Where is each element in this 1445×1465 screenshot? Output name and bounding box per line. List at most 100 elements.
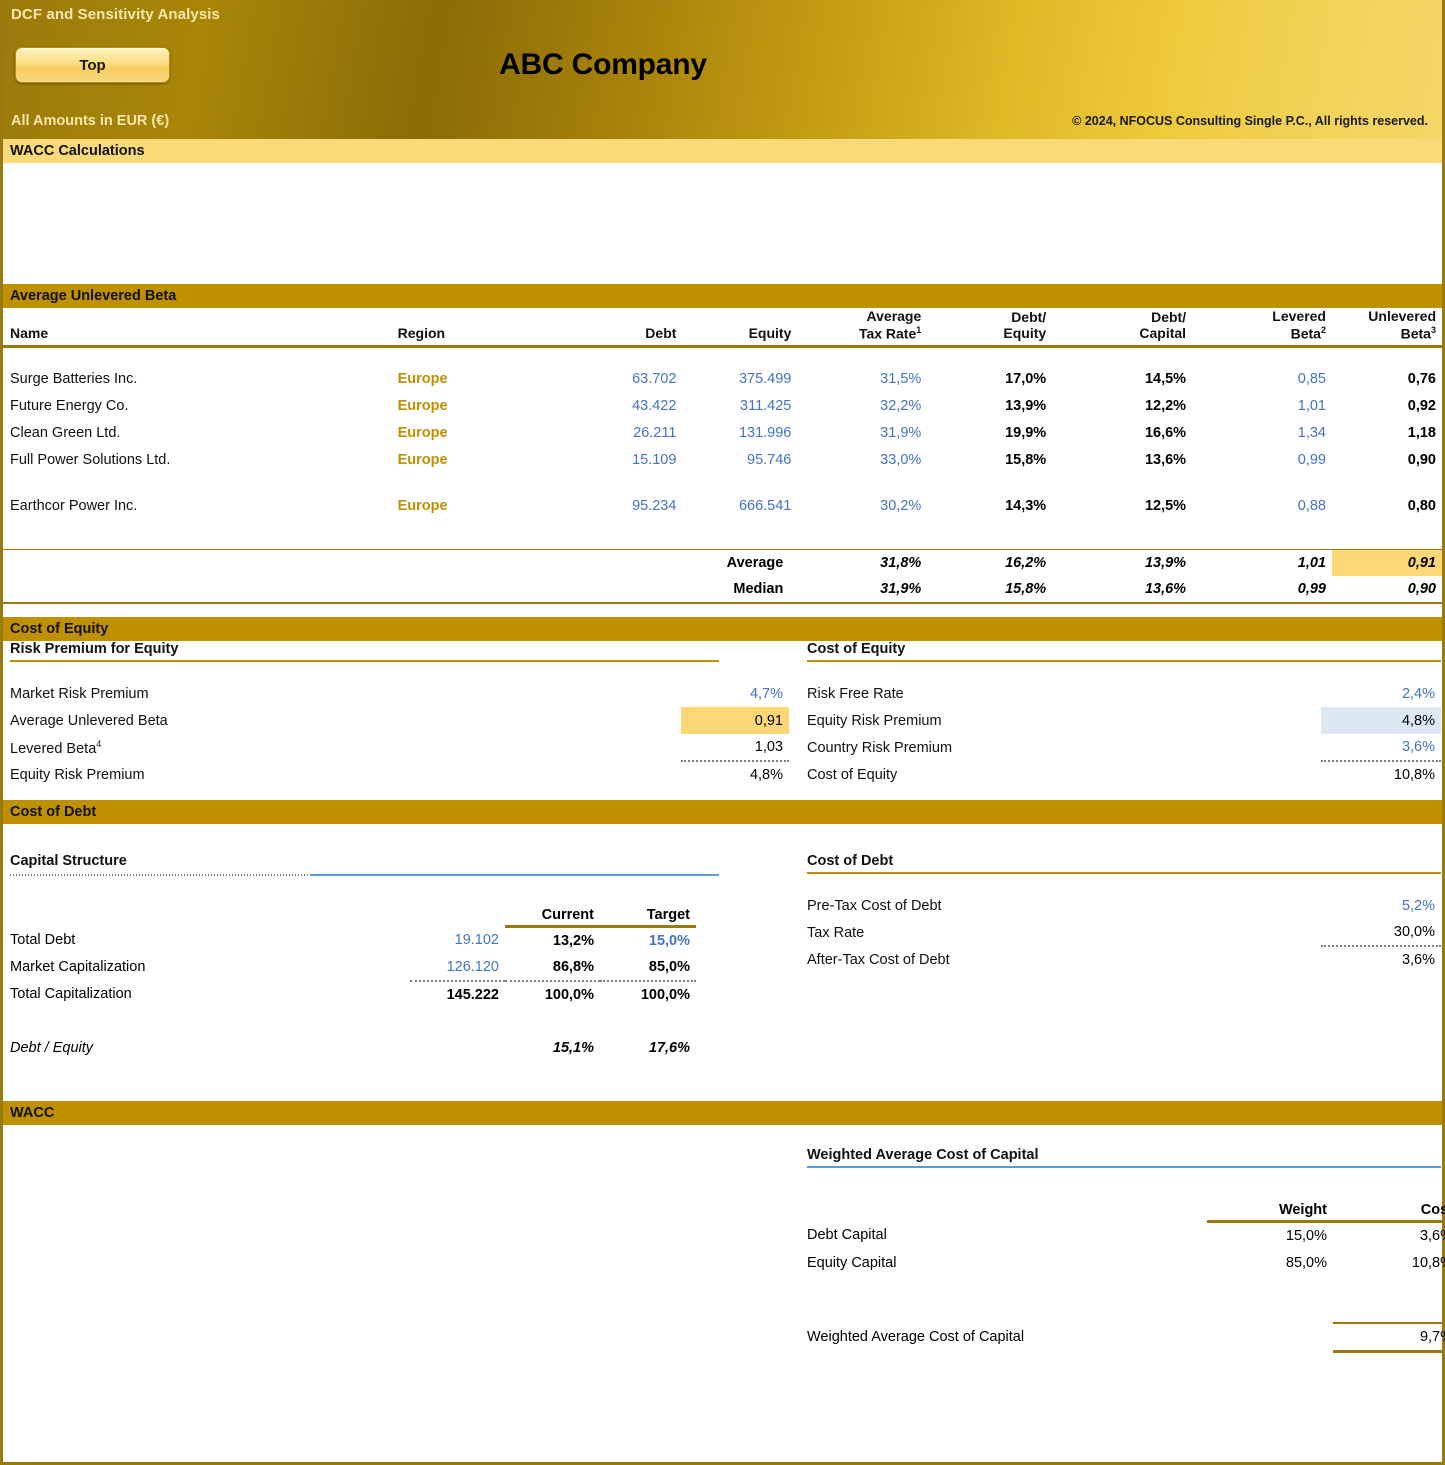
peer-cell-equity[interactable]: 375.499 bbox=[682, 365, 797, 392]
peer-cell-name: Earthcor Power Inc. bbox=[10, 497, 138, 514]
peer-cell-region: Europe bbox=[397, 497, 448, 514]
row-amount-total-debt[interactable]: 19.102 bbox=[410, 927, 505, 954]
capital-structure-table: Current Target Total Debt 19.102 13,2% 1… bbox=[10, 880, 696, 1062]
peer-cell-dc[interactable]: 14,5% bbox=[1052, 365, 1192, 392]
row-amount-total-capitalization: 145.222 bbox=[446, 986, 499, 1003]
peer-cell-dc[interactable]: 13,6% bbox=[1052, 446, 1192, 473]
peer-cell-ub[interactable]: 1,18 bbox=[1332, 419, 1442, 446]
row-label-levered-beta: Levered Beta4 bbox=[10, 734, 681, 761]
peer-cell-ub[interactable]: 0,76 bbox=[1332, 365, 1442, 392]
row-value-country-risk-premium[interactable]: 3,6% bbox=[1320, 734, 1441, 763]
summary-ub: 0,90 bbox=[1331, 576, 1442, 605]
peer-cell-de[interactable]: 19,9% bbox=[927, 419, 1052, 446]
peer-cell-region: Europe bbox=[397, 424, 448, 441]
row-value-equity-risk-premium[interactable]: 4,8% bbox=[1320, 707, 1441, 735]
currency-note: All Amounts in EUR (€) bbox=[11, 113, 170, 129]
col-header-de-line2: Equity bbox=[1003, 325, 1047, 342]
row-label-debt-capital: Debt Capital bbox=[807, 1227, 887, 1244]
peer-cell-lb[interactable]: 0,88 bbox=[1192, 492, 1332, 519]
summary-lb: 0,99 bbox=[1192, 576, 1332, 605]
col-header-debt-equity: Debt/ Equity bbox=[927, 308, 1053, 348]
col-header-lb-line1: Levered bbox=[1272, 308, 1326, 324]
section-band-cost-of-equity: Cost of Equity bbox=[3, 617, 1442, 642]
wacc-panels: Weighted Average Cost of Capital Weight … bbox=[3, 1147, 1445, 1353]
peer-cell-tax[interactable]: 31,5% bbox=[797, 365, 927, 392]
cost-of-equity-panels: Risk Premium for Equity Market Risk Prem… bbox=[3, 641, 1442, 788]
col-header-de-line1: Debt/ bbox=[1011, 308, 1047, 325]
row-value-risk-free-rate[interactable]: 2,4% bbox=[1321, 680, 1441, 707]
table-row: Risk Free Rate 2,4% bbox=[807, 680, 1441, 707]
row-value-levered-beta: 1,03 bbox=[680, 734, 789, 763]
peer-cell-debt[interactable]: 63.702 bbox=[568, 365, 683, 392]
peer-cell-de[interactable]: 13,9% bbox=[927, 392, 1052, 419]
col-header-unlevered-beta: Unlevered Beta3 bbox=[1331, 308, 1442, 348]
peer-cell-equity[interactable]: 311.425 bbox=[682, 392, 797, 419]
cost-of-equity-panel: Cost of Equity Risk Free Rate 2,4% Equit… bbox=[789, 641, 1441, 788]
peer-cell-de[interactable]: 14,3% bbox=[927, 492, 1052, 519]
row-label-total-debt: Total Debt bbox=[10, 932, 76, 949]
peer-cell-debt[interactable]: 43.422 bbox=[568, 392, 683, 419]
row-weight-debt-capital: 15,0% bbox=[1285, 1227, 1327, 1244]
table-row: Equity Risk Premium 4,8% bbox=[807, 707, 1441, 735]
wacc-total-row: Weighted Average Cost of Capital 9,7% bbox=[807, 1322, 1445, 1353]
row-amount-market-capitalization[interactable]: 126.120 bbox=[410, 953, 505, 982]
table-row: Clean Green Ltd. Europe 26.211 131.996 31,9%… bbox=[3, 419, 1442, 446]
row-value-market-risk-premium[interactable]: 4,7% bbox=[681, 680, 789, 707]
peer-cell-equity[interactable]: 131.996 bbox=[682, 419, 797, 446]
col-header-region: Region bbox=[397, 308, 568, 348]
col-header-debt-capital: Debt/ Capital bbox=[1052, 308, 1193, 348]
risk-premium-panel: Risk Premium for Equity Market Risk Prem… bbox=[3, 641, 789, 788]
peer-cell-tax[interactable]: 33,0% bbox=[797, 446, 927, 473]
peer-cell-tax[interactable]: 32,2% bbox=[797, 392, 927, 419]
table-row: Debt / Equity 15,1% 17,6% bbox=[10, 1035, 696, 1062]
peer-cell-tax[interactable]: 31,9% bbox=[797, 419, 927, 446]
peer-cell-lb[interactable]: 0,99 bbox=[1192, 446, 1332, 473]
cost-of-debt-panels: Capital Structure Current Target Total D… bbox=[3, 853, 1442, 1062]
peer-cell-debt[interactable]: 26.211 bbox=[568, 419, 683, 446]
peer-cell-lb[interactable]: 1,34 bbox=[1192, 419, 1332, 446]
summary-label: Median bbox=[3, 576, 798, 605]
row-label-country-risk-premium: Country Risk Premium bbox=[807, 739, 953, 756]
col-header-target: Target bbox=[600, 907, 696, 929]
peer-cell-debt[interactable]: 15.109 bbox=[568, 446, 683, 473]
wacc-header-row: Weight Cost bbox=[807, 1201, 1445, 1223]
section-band-wacc-calculations: WACC Calculations bbox=[3, 139, 1442, 163]
summary-row: Median 31,9% 15,8% 13,6% 0,99 0,90 bbox=[3, 576, 1442, 605]
page-header: DCF and Sensitivity Analysis Top ABC Com… bbox=[3, 0, 1442, 139]
peer-cell-dc[interactable]: 16,6% bbox=[1052, 419, 1192, 446]
peer-cell-lb[interactable]: 0,85 bbox=[1192, 365, 1332, 392]
levered-beta-text: Levered Beta bbox=[10, 740, 97, 757]
peer-cell-de[interactable]: 17,0% bbox=[927, 365, 1052, 392]
peer-cell-debt[interactable]: 95.234 bbox=[568, 492, 683, 519]
col-header-avg-tax-line1: Average bbox=[866, 308, 922, 324]
peer-cell-ub[interactable]: 0,80 bbox=[1332, 492, 1442, 519]
peer-cell-region: Europe bbox=[397, 397, 448, 414]
row-target-total-debt[interactable]: 15,0% bbox=[600, 927, 696, 954]
peer-cell-de[interactable]: 15,8% bbox=[927, 446, 1052, 473]
cost-of-debt-panel: Cost of Debt Pre-Tax Cost of Debt 5,2% T… bbox=[789, 853, 1441, 1062]
footnote-marker-3: 3 bbox=[1430, 324, 1436, 335]
table-row: Market Capitalization 126.120 86,8% 85,0… bbox=[10, 953, 696, 982]
wacc-panel: Weighted Average Cost of Capital Weight … bbox=[789, 1147, 1445, 1353]
peer-cell-dc[interactable]: 12,5% bbox=[1052, 492, 1192, 519]
peer-cell-equity[interactable]: 666.541 bbox=[682, 492, 797, 519]
peer-table-bottom-gap bbox=[3, 603, 1442, 617]
row-label-tax-rate: Tax Rate bbox=[807, 924, 865, 941]
row-value-average-unlevered-beta[interactable]: 0,91 bbox=[680, 707, 789, 735]
footnote-marker-1: 1 bbox=[916, 324, 922, 335]
cost-of-debt-heading: Cost of Debt bbox=[807, 853, 1441, 875]
row-label-market-capitalization: Market Capitalization bbox=[10, 959, 146, 976]
summary-dc: 13,6% bbox=[1052, 576, 1193, 605]
peer-cell-dc[interactable]: 12,2% bbox=[1052, 392, 1192, 419]
row-value-pre-tax-cost-of-debt[interactable]: 5,2% bbox=[1321, 892, 1441, 919]
table-row: Pre-Tax Cost of Debt 5,2% bbox=[807, 892, 1441, 919]
peer-cell-lb[interactable]: 1,01 bbox=[1192, 392, 1332, 419]
peer-cell-tax[interactable]: 30,2% bbox=[797, 492, 927, 519]
peer-cell-equity[interactable]: 95.746 bbox=[682, 446, 797, 473]
peer-cell-ub[interactable]: 0,90 bbox=[1332, 446, 1442, 473]
peer-cell-ub[interactable]: 0,92 bbox=[1332, 392, 1442, 419]
col-header-cost: Cost bbox=[1333, 1201, 1445, 1223]
cost-of-equity-rows: Risk Free Rate 2,4% Equity Risk Premium … bbox=[807, 662, 1441, 788]
row-value-cost-of-equity: 10,8% bbox=[1393, 767, 1435, 784]
peer-table-summary-gap bbox=[3, 519, 1442, 549]
